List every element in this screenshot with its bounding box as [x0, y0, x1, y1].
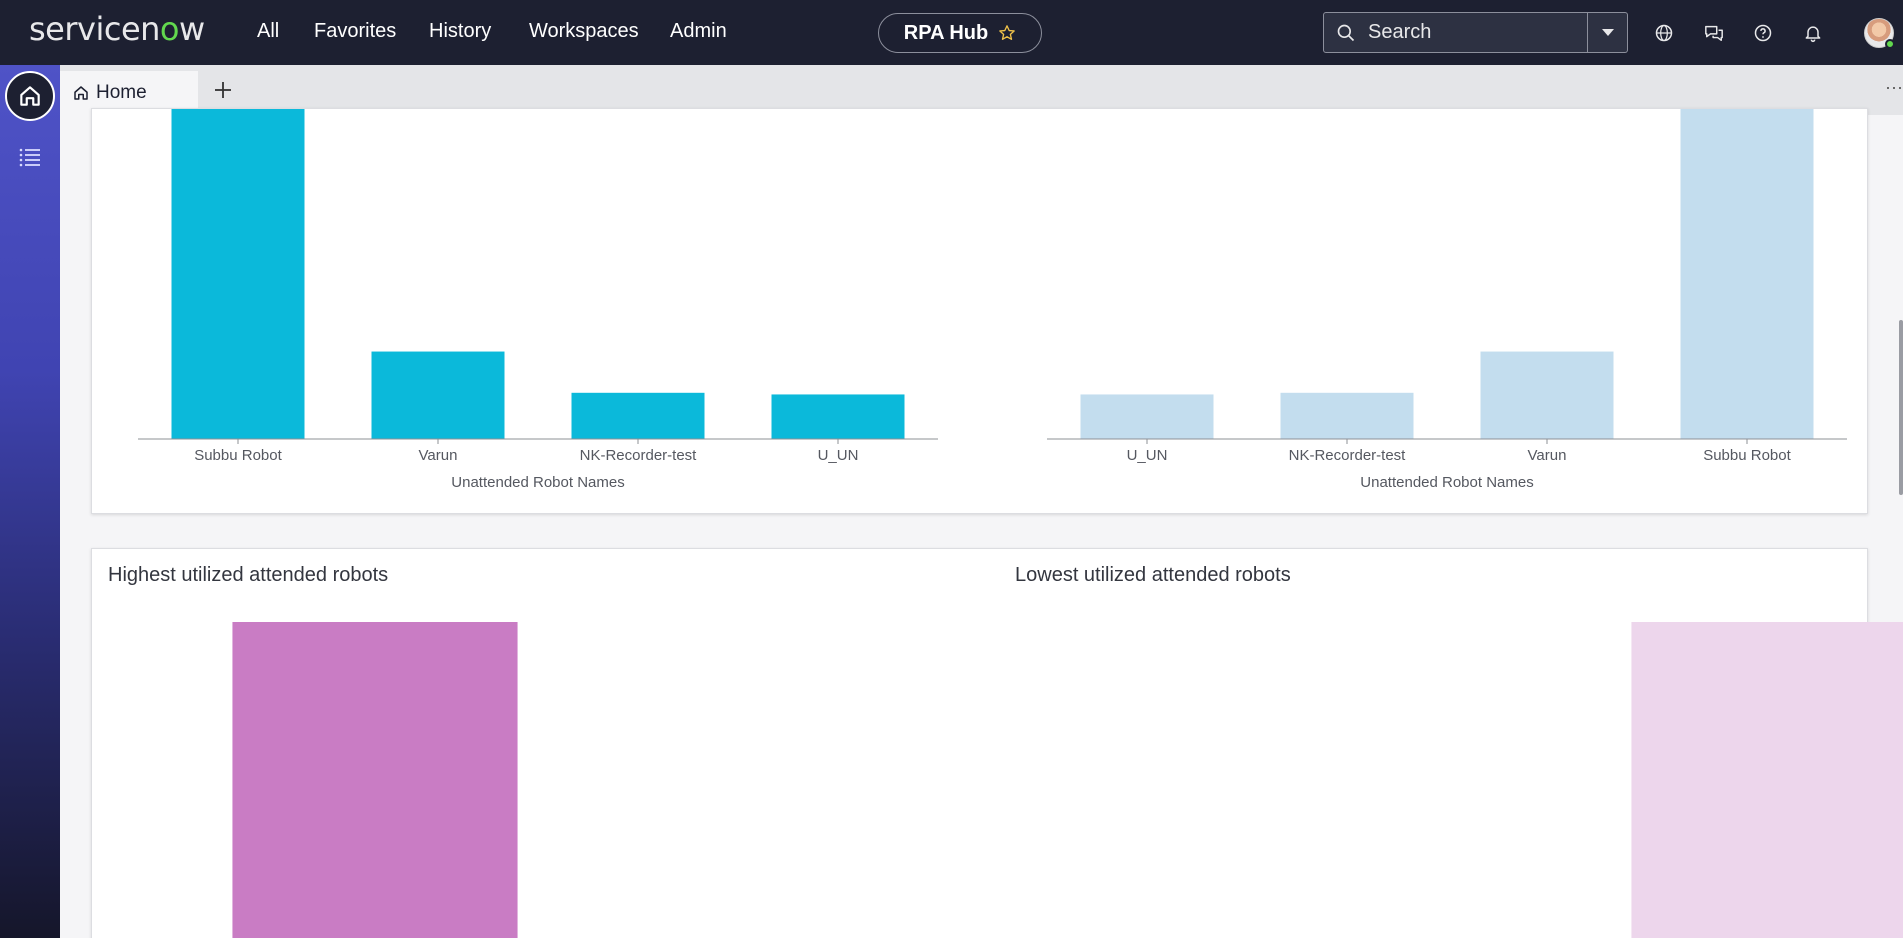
unattended-highest-tick-label-subbu-robot: Subbu Robot	[194, 447, 282, 464]
user-avatar[interactable]	[1864, 18, 1895, 49]
star-icon[interactable]	[998, 24, 1016, 42]
home-icon	[20, 86, 40, 106]
chevron-down-icon	[1601, 28, 1614, 36]
unattended-lowest-bar-varun	[1480, 351, 1614, 439]
logo-text: servicenow	[29, 10, 205, 48]
unattended-highest-bar-nk-recorder-test	[571, 392, 705, 439]
search-input[interactable]	[1368, 21, 1568, 44]
nav-admin[interactable]: Admin	[670, 20, 727, 43]
unattended-highest-bar-varun	[371, 351, 505, 439]
nav-workspaces[interactable]: Workspaces	[529, 20, 639, 43]
unattended-lowest-bar-u-un	[1080, 394, 1214, 439]
unattended-highest-tick-label-u-un: U_UN	[818, 447, 859, 464]
search-scope-dropdown[interactable]	[1588, 12, 1628, 53]
add-tab-icon[interactable]	[212, 79, 234, 101]
unattended-lowest-bar-subbu-robot	[1680, 109, 1814, 439]
search-field[interactable]	[1323, 12, 1588, 53]
attended-lowest-bar-0	[1631, 622, 1903, 938]
globe-icon[interactable]	[1652, 21, 1676, 45]
left-rail	[0, 65, 60, 938]
unattended-highest-bar-subbu-robot	[171, 109, 305, 439]
online-status-dot	[1885, 39, 1895, 49]
unattended-lowest-tick-label-u-un: U_UN	[1127, 447, 1168, 464]
chat-icon[interactable]	[1702, 21, 1726, 45]
nav-favorites[interactable]: Favorites	[314, 20, 396, 43]
unattended-robots-card: Subbu Robot Varun NK-Recorder-test U_UN Unat…	[91, 108, 1868, 514]
home-rail-button[interactable]	[5, 71, 55, 121]
lowest-unattended-chart: U_UN NK-Recorder-test Varun Subbu Robot Unat…	[1047, 109, 1847, 491]
highest-attended-chart	[232, 622, 518, 938]
search-icon	[1337, 24, 1355, 41]
home-icon	[74, 86, 88, 100]
unattended-lowest-tick-label-subbu-robot: Subbu Robot	[1703, 447, 1791, 464]
help-icon[interactable]	[1751, 21, 1775, 45]
workspace-pill[interactable]: RPA Hub	[878, 13, 1042, 53]
unattended-lowest-tick-label-nk-recorder-test: NK-Recorder-test	[1289, 447, 1407, 464]
unattended-lowest-tick-label-varun: Varun	[1528, 447, 1567, 464]
nav-history[interactable]: History	[429, 20, 491, 43]
highest-unattended-chart: Subbu Robot Varun NK-Recorder-test U_UN Unat…	[138, 109, 938, 491]
list-icon[interactable]	[18, 145, 42, 169]
unattended-highest-x-axis-title: Unattended Robot Names	[451, 474, 624, 491]
workspace-title: RPA Hub	[903, 21, 989, 44]
unattended-lowest-x-axis-title: Unattended Robot Names	[1360, 474, 1533, 491]
lowest-attended-chart	[1631, 622, 1903, 938]
tab-home-label: Home	[96, 82, 147, 103]
attended-highest-bar-0	[232, 622, 518, 938]
bell-icon[interactable]	[1801, 21, 1825, 45]
unattended-lowest-bar-nk-recorder-test	[1280, 392, 1414, 439]
attended-robots-card: Highest utilized attended robots Lowest …	[91, 548, 1903, 938]
unattended-highest-bar-u-un	[771, 394, 905, 439]
top-navigation-bar: servicenow All Favorites History Workspa…	[0, 0, 1903, 65]
nav-all[interactable]: All	[257, 20, 279, 43]
servicenow-logo[interactable]: servicenow	[29, 10, 205, 48]
unattended-highest-tick-label-nk-recorder-test: NK-Recorder-test	[580, 447, 698, 464]
tab-overflow-menu[interactable]: ···	[1885, 77, 1903, 98]
unattended-highest-tick-label-varun: Varun	[419, 447, 458, 464]
page-scrollbar[interactable]	[1899, 320, 1903, 495]
